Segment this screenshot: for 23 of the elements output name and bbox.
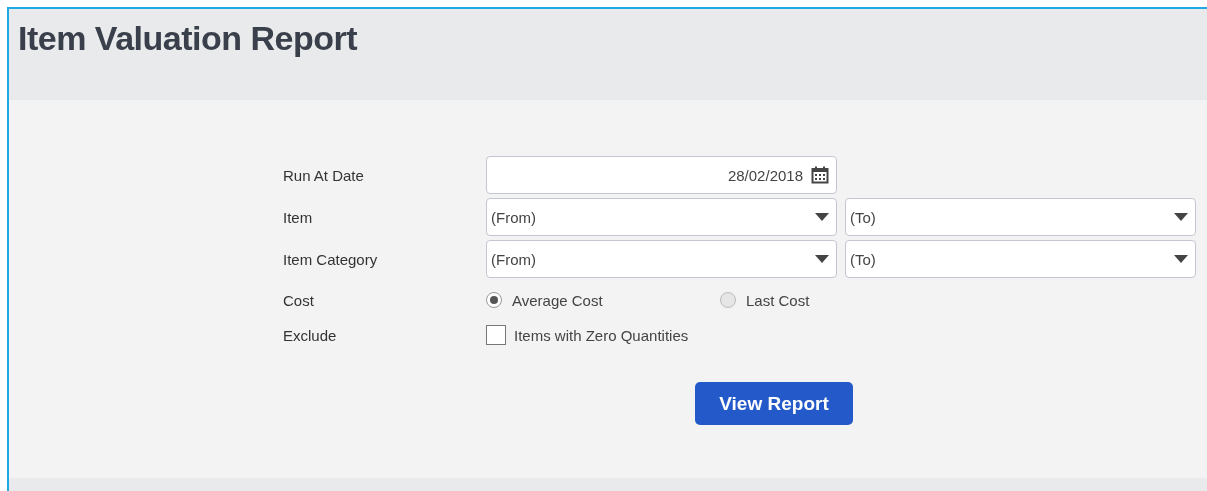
dropdown-field[interactable]: (To) <box>845 240 1196 278</box>
field-label: Item Category <box>283 250 379 268</box>
dropdown-field[interactable]: (From) <box>486 240 837 278</box>
caret-icon <box>1174 213 1188 221</box>
dropdown-field[interactable]: (To) <box>845 198 1196 236</box>
view-report-button[interactable]: View Report <box>695 382 853 425</box>
field-label: Item <box>283 208 314 226</box>
caret-icon <box>815 255 829 263</box>
calendar-icon[interactable] <box>811 166 829 184</box>
caret-icon <box>1174 255 1188 263</box>
radio-label: Last Cost <box>746 291 810 309</box>
field-label: Cost <box>283 291 315 309</box>
caret-icon <box>815 213 829 221</box>
dropdown-field[interactable]: (From) <box>486 198 837 236</box>
radio-label: Average Cost <box>512 291 603 309</box>
page-title: Item Valuation Report <box>17 18 357 58</box>
field-label: Run At Date <box>283 166 365 184</box>
date-field[interactable]: 28/02/2018 <box>486 156 837 194</box>
field-label: Exclude <box>283 326 338 344</box>
checkbox-label: Items with Zero Quantities <box>514 326 689 344</box>
radio-button[interactable] <box>486 292 502 308</box>
checkbox[interactable] <box>486 325 506 345</box>
radio-button[interactable] <box>720 292 736 308</box>
